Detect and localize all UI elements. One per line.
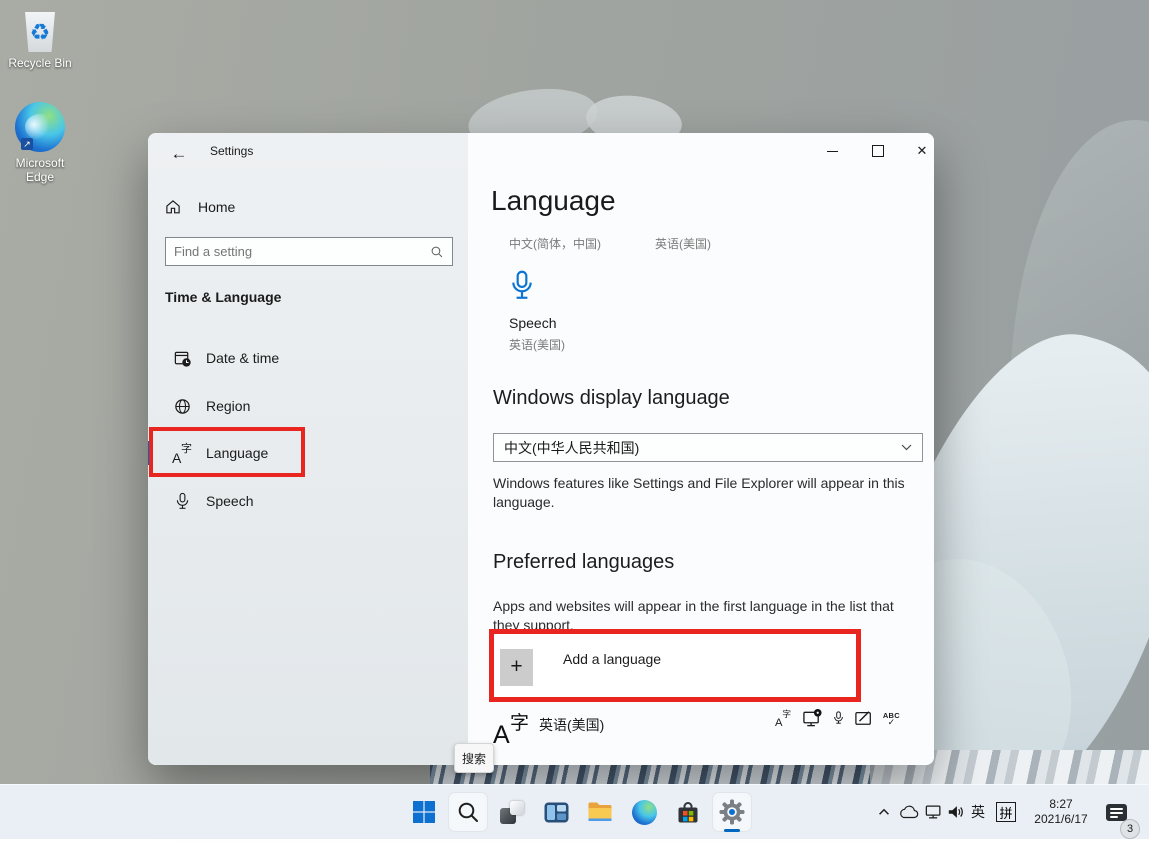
edge-icon-swirl [25, 114, 55, 140]
search-tooltip-text: 搜索 [462, 750, 486, 767]
recycle-symbol: ♻ [23, 19, 57, 46]
back-icon: ← [171, 144, 188, 164]
language-capability-icons: A字 ABC ✓ [773, 707, 900, 729]
sidebar-item-label: Region [206, 398, 250, 414]
maximize-icon [872, 145, 884, 157]
minimize-button[interactable] [810, 133, 854, 169]
calendar-clock-icon [172, 349, 192, 368]
active-app-indicator [724, 829, 740, 832]
desktop-icon-microsoft-edge[interactable]: ↗ Microsoft Edge [8, 102, 72, 184]
cloud-icon [898, 804, 920, 820]
display-language-description: Windows features like Settings and File … [493, 474, 918, 512]
desktop-icon-recycle-bin[interactable]: ♻ Recycle Bin [8, 12, 72, 70]
back-button[interactable]: ← [162, 139, 196, 169]
preferred-languages-header: Preferred languages [493, 551, 674, 574]
speech-tile[interactable]: Speech 英语(美国) [509, 269, 659, 353]
taskbar-center-icons [402, 790, 754, 834]
preferred-language-item[interactable]: A字 英语(美国) A字 ABC ✓ [493, 703, 918, 755]
notification-icon: 3 [1106, 804, 1127, 821]
search-button[interactable] [446, 790, 490, 834]
sidebar-item-label: Date & time [206, 350, 279, 366]
widgets-icon [544, 802, 569, 823]
tray-ime-language[interactable]: 英 [971, 785, 985, 839]
tray-network[interactable] [924, 785, 944, 839]
close-icon: ✕ [917, 143, 928, 159]
sidebar-section-header: Time & Language [165, 289, 281, 305]
page-title: Language [491, 185, 616, 217]
highlight-box-add-language [489, 629, 861, 702]
display-language-capability-icon: A字 [775, 709, 791, 727]
file-explorer-icon [587, 801, 613, 823]
globe-icon [172, 397, 192, 416]
settings-button[interactable] [710, 790, 754, 834]
home-label: Home [198, 199, 235, 215]
edge-icon: ↗ [15, 102, 65, 152]
tray-onedrive[interactable] [898, 785, 920, 839]
tray-clock[interactable]: 8:27 2021/6/17 [1022, 785, 1100, 839]
file-explorer-button[interactable] [578, 790, 622, 834]
widgets-button[interactable] [534, 790, 578, 834]
microsoft-store-icon [676, 801, 700, 824]
shortcut-arrow-icon: ↗ [21, 138, 33, 150]
speech-mic-icon [509, 269, 659, 309]
minimize-icon [827, 151, 838, 152]
summary-language-primary: 中文(简体，中国) [509, 235, 601, 252]
notification-center-button[interactable]: 3 [1106, 785, 1127, 839]
desktop-icon-label: Recycle Bin [8, 56, 72, 70]
task-view-button[interactable] [490, 790, 534, 834]
chevron-up-icon [876, 804, 892, 820]
window-title: Settings [210, 144, 253, 158]
sidebar-item-region[interactable]: Region [148, 382, 468, 430]
home-icon [164, 198, 182, 216]
windows-start-icon [412, 800, 436, 824]
desktop-icon-label: Microsoft Edge [2, 156, 78, 184]
maximize-button[interactable] [856, 133, 900, 169]
microsoft-store-button[interactable] [666, 790, 710, 834]
tray-time: 8:27 [1049, 797, 1072, 812]
edge-icon [632, 800, 657, 825]
sidebar-item-label: Speech [206, 493, 253, 509]
search-tooltip: 搜索 [454, 743, 494, 773]
start-button[interactable] [402, 790, 446, 834]
sidebar-item-speech[interactable]: Speech [148, 477, 468, 525]
ime-pinyin-badge: 拼 [996, 802, 1016, 822]
sidebar-item-date-time[interactable]: Date & time [148, 334, 468, 382]
microphone-icon [172, 492, 192, 511]
close-button[interactable]: ✕ [900, 133, 934, 169]
taskbar: 英 拼 8:27 2021/6/17 3 [0, 784, 1149, 839]
display-language-value: 中文(中华人民共和国) [504, 438, 639, 458]
tray-date: 2021/6/17 [1034, 812, 1087, 827]
display-language-dropdown[interactable]: 中文(中华人民共和国) [493, 433, 923, 462]
language-item-name: 英语(美国) [539, 715, 604, 735]
handwriting-capability-icon [854, 709, 874, 727]
speech-tile-value: 英语(美国) [509, 336, 659, 353]
default-app-language-icon [802, 708, 823, 728]
task-view-front-square [510, 801, 524, 815]
find-a-setting-searchbox[interactable] [165, 237, 453, 266]
ime-latin-label: 英 [971, 802, 985, 822]
notification-count-badge: 3 [1120, 819, 1140, 839]
chevron-down-icon [901, 444, 912, 451]
speech-tile-label: Speech [509, 315, 659, 331]
search-icon [456, 800, 480, 824]
language-pack-icon: A字 [493, 708, 529, 750]
search-icon [430, 245, 444, 259]
summary-language-secondary: 英语(美国) [655, 235, 711, 252]
tray-show-hidden-icons[interactable] [876, 785, 892, 839]
tray-volume[interactable] [946, 785, 966, 839]
speaker-icon [946, 803, 966, 821]
task-view-icon [500, 801, 524, 824]
display-language-header: Windows display language [493, 387, 730, 410]
ethernet-icon [924, 803, 944, 821]
highlight-box-language-nav [149, 427, 305, 477]
search-input[interactable] [166, 244, 430, 259]
tray-ime-mode[interactable]: 拼 [996, 785, 1016, 839]
recycle-bin-icon: ♻ [23, 12, 57, 52]
settings-gear-icon [719, 799, 745, 825]
speech-capability-icon [832, 709, 845, 727]
sidebar-item-home[interactable]: Home [164, 191, 344, 223]
basic-typing-capability-icon: ABC ✓ [883, 712, 900, 726]
edge-button[interactable] [622, 790, 666, 834]
